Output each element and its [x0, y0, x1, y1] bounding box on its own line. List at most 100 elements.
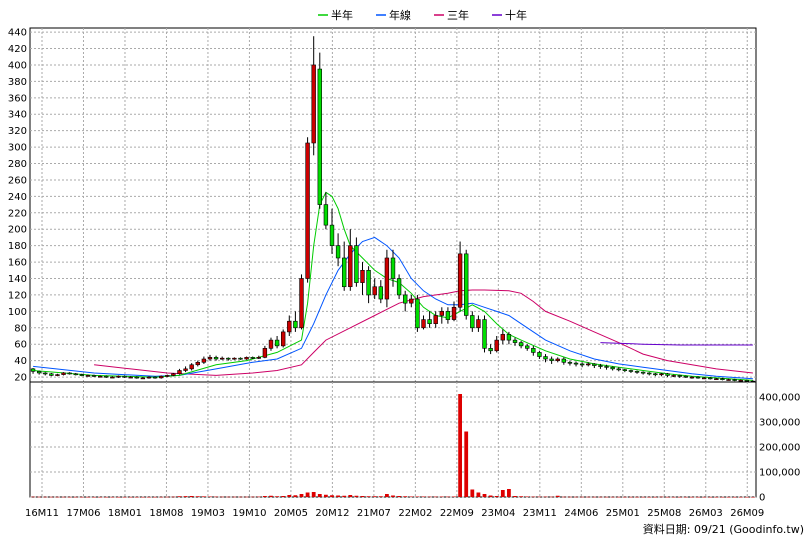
x-tick-label: 19M03 — [191, 508, 225, 519]
candle-body — [500, 334, 506, 341]
volume-bar — [256, 496, 261, 498]
candle-body — [390, 257, 396, 279]
volume-bar — [671, 496, 676, 498]
candle-body — [366, 269, 371, 296]
volume-bar — [79, 496, 84, 498]
volume-bar — [342, 495, 347, 497]
candle-body — [409, 298, 414, 304]
candle-body — [714, 378, 719, 381]
x-tick-label: 20M05 — [274, 508, 308, 519]
volume-bar — [458, 394, 463, 497]
volume-bar — [232, 496, 237, 498]
x-tick-label: 23M04 — [481, 508, 515, 519]
candle-body — [525, 345, 530, 349]
volume-bar — [269, 495, 273, 497]
candle-body — [128, 376, 133, 379]
price-tick-label: 60 — [14, 340, 27, 351]
candle-body — [189, 364, 194, 370]
volume-bar — [592, 496, 597, 498]
candle-body — [708, 377, 713, 380]
candle-body — [140, 377, 146, 380]
volume-bar — [177, 496, 182, 497]
volume-bar — [104, 496, 109, 498]
volume-bar — [635, 496, 639, 498]
volume-bar — [275, 496, 279, 497]
volume-bar — [476, 492, 481, 497]
volume-bar — [391, 495, 395, 497]
stock-chart: 半年 年線 三年 十年 20 40 60 80 100 120 140 160 180 200 220 24… — [8, 8, 800, 519]
candle-body — [555, 358, 560, 361]
candle-body — [287, 320, 292, 333]
x-tick-label: 24M06 — [564, 508, 598, 519]
x-tick-label: 18M01 — [108, 508, 142, 519]
candle-body — [695, 376, 701, 379]
volume-bar — [55, 496, 60, 498]
candle-body — [244, 357, 249, 360]
candle-body — [653, 373, 658, 376]
candle-body — [604, 366, 609, 368]
candle-body — [97, 375, 103, 378]
candle-body — [268, 339, 274, 349]
price-tick-label: 260 — [8, 175, 27, 186]
candle-body — [512, 339, 518, 343]
candle-body — [396, 278, 402, 296]
data-date: 資料日期: 09/21 — [642, 523, 726, 536]
volume-bar — [604, 496, 609, 498]
candle-body — [732, 379, 737, 381]
candle-body — [543, 356, 548, 360]
volume-bar — [366, 496, 371, 497]
volume-bar — [531, 496, 536, 498]
x-tick-label: 19M10 — [232, 508, 266, 519]
volume-bar — [134, 496, 139, 498]
candle-body — [689, 376, 695, 379]
price-tick-label: 120 — [8, 290, 27, 301]
x-tick-label: 25M01 — [606, 508, 640, 519]
volume-bar — [183, 496, 188, 497]
candle-body — [683, 375, 689, 378]
candle-body — [335, 245, 341, 259]
candle-body — [329, 224, 335, 246]
volume-bar — [653, 496, 658, 498]
volume-bar — [238, 496, 243, 498]
volume-bar — [519, 496, 524, 497]
candle-body — [232, 357, 237, 360]
candle-body — [628, 370, 634, 372]
volume-bar — [220, 496, 225, 498]
volume-bar — [696, 496, 700, 498]
candle-body — [158, 375, 164, 379]
candle-body — [586, 363, 591, 366]
x-tick-label: 23M11 — [523, 508, 557, 519]
volume-bar — [250, 496, 255, 498]
volume-bar — [159, 496, 164, 498]
price-tick-label: 160 — [8, 258, 27, 269]
candle-body — [342, 257, 347, 288]
candle-body — [165, 375, 170, 377]
candle-body — [134, 376, 139, 379]
candle-body — [445, 311, 451, 320]
volume-bar — [629, 496, 633, 498]
price-tick-label: 100 — [8, 307, 27, 318]
volume-bar — [586, 496, 591, 498]
volume-bar — [305, 492, 310, 497]
candle-body — [634, 371, 640, 373]
candle-body — [415, 298, 420, 329]
volume-bar — [147, 496, 151, 498]
price-tick-label: 80 — [14, 323, 27, 334]
x-tick-label: 26M09 — [730, 508, 764, 519]
price-tick-label: 20 — [14, 373, 27, 384]
candle-body — [464, 253, 469, 316]
volume-bar — [311, 492, 316, 497]
source-label: (Goodinfo.tw) — [729, 523, 804, 536]
volume-bar — [555, 495, 560, 497]
candle-body — [183, 368, 188, 371]
volume-bar — [744, 496, 749, 498]
candle-body — [317, 68, 322, 205]
candle-body — [146, 376, 152, 379]
volume-bar — [452, 496, 456, 497]
volume-bar — [336, 495, 340, 497]
volume-bar — [49, 496, 54, 498]
volume-bar — [708, 496, 713, 498]
candle-body — [610, 366, 615, 370]
candle-body — [433, 315, 438, 324]
volume-bar — [726, 496, 731, 498]
